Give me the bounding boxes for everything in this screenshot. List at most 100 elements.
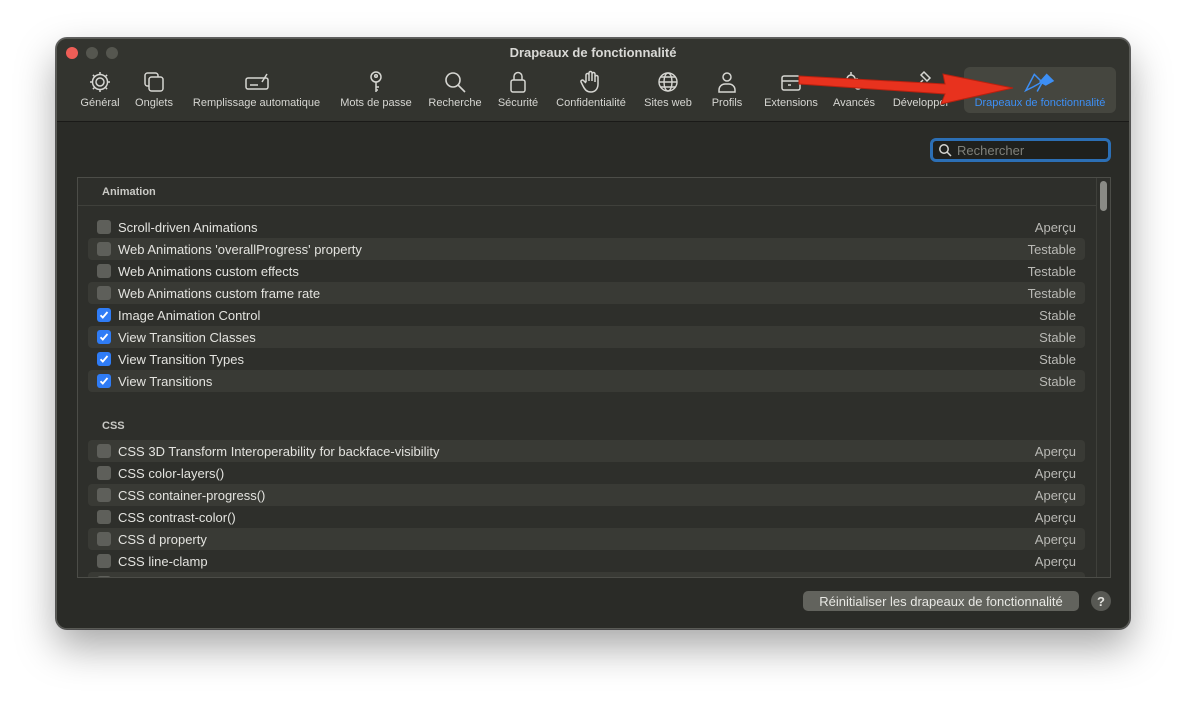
flag-checkbox[interactable]: [97, 466, 111, 480]
search-icon: [939, 144, 952, 157]
tab-develop[interactable]: Développer: [887, 67, 955, 113]
hand-icon: [580, 70, 599, 93]
flag-status: Aperçu: [1034, 531, 1076, 547]
tab-profiles[interactable]: Profils: [705, 67, 749, 113]
search-input[interactable]: [957, 142, 1102, 158]
checkmark-icon: [99, 311, 109, 319]
lock-icon: [510, 71, 526, 93]
flag-row[interactable]: CSS d property Aperçu: [88, 528, 1085, 550]
flag-status: Aperçu: [1034, 509, 1076, 525]
search-field[interactable]: [930, 138, 1111, 162]
flag-name: View Transition Classes: [118, 329, 256, 345]
tab-extensions[interactable]: Extensions: [759, 67, 823, 113]
checkmark-icon: [99, 377, 109, 385]
flag-name: Web Animations custom frame rate: [118, 285, 321, 301]
preferences-toolbar: Général Onglets Remplissage automatique: [57, 67, 1129, 115]
flag-checkbox[interactable]: [97, 264, 111, 278]
flag-row[interactable]: CSS contrast-color() Aperçu: [88, 506, 1085, 528]
flag-checkbox[interactable]: [97, 444, 111, 458]
flag-status: Stable: [1039, 329, 1076, 345]
flag-status: Aperçu: [1034, 465, 1076, 481]
flag-checkbox[interactable]: [97, 532, 111, 546]
tab-label: Drapeaux de fonctionnalité: [974, 97, 1106, 109]
flag-status: Stable: [1039, 307, 1076, 323]
tab-passwords[interactable]: Mots de passe: [335, 67, 417, 113]
flag-name: CSS color-layers(): [118, 465, 225, 481]
flag-row[interactable]: View Transition Classes Stable: [88, 326, 1085, 348]
list-scrollbar[interactable]: [1096, 178, 1110, 577]
flag-row[interactable]: View Transitions Stable: [88, 370, 1085, 392]
flag-row[interactable]: Web Animations 'overallProgress' propert…: [88, 238, 1085, 260]
help-button[interactable]: ?: [1091, 591, 1111, 611]
tab-autofill[interactable]: Remplissage automatique: [186, 67, 327, 113]
flag-row[interactable]: CSS color-layers() Aperçu: [88, 462, 1085, 484]
reset-feature-flags-button[interactable]: Réinitialiser les drapeaux de fonctionna…: [803, 591, 1079, 611]
tabs-icon: [144, 72, 164, 92]
title-bar: Drapeaux de fonctionnalité Général Ongle…: [57, 39, 1129, 122]
tab-label: Profils: [711, 97, 743, 109]
flag-checkbox[interactable]: [97, 374, 111, 388]
flag-status: Stable: [1039, 351, 1076, 367]
section-header-animation: Animation: [78, 178, 1096, 206]
tab-label: Avancés: [833, 97, 875, 109]
flags-icon: [1023, 73, 1055, 93]
tab-label: Mots de passe: [340, 97, 412, 109]
flag-name: Scroll-driven Animations: [118, 219, 258, 235]
flag-checkbox[interactable]: [97, 576, 111, 577]
tab-label: Extensions: [764, 97, 818, 109]
flag-checkbox[interactable]: [97, 488, 111, 502]
tab-label: Confidentialité: [556, 97, 626, 109]
tab-security[interactable]: Sécurité: [493, 67, 543, 113]
tab-privacy[interactable]: Confidentialité: [551, 67, 631, 113]
flag-name: Web Animations custom effects: [118, 263, 299, 279]
tab-websites[interactable]: Sites web: [639, 67, 697, 113]
flag-name: Image Animation Control: [118, 307, 261, 323]
tab-search[interactable]: Recherche: [425, 67, 485, 113]
flag-name: Web Animations 'overallProgress' propert…: [118, 241, 362, 257]
tab-feature-flags[interactable]: Drapeaux de fonctionnalité: [964, 67, 1116, 113]
flag-row[interactable]: CSS 3D Transform Interoperability for ba…: [88, 440, 1085, 462]
tab-label: Général: [80, 97, 120, 109]
flag-checkbox[interactable]: [97, 510, 111, 524]
flag-row[interactable]: Web Animations custom frame rate Testabl…: [88, 282, 1085, 304]
gears-icon: [844, 72, 862, 90]
hammer-icon: [913, 70, 932, 90]
flag-status: Testable: [1027, 241, 1076, 257]
flag-status: Aperçu: [1034, 443, 1076, 459]
flag-checkbox[interactable]: [97, 352, 111, 366]
puzzle-icon: [781, 75, 801, 91]
tab-tabs[interactable]: Onglets: [131, 67, 177, 113]
flag-name: CSS contrast-color(): [118, 509, 236, 525]
flag-row[interactable]: Image Animation Control Stable: [88, 304, 1085, 326]
flag-row[interactable]: Web Animations custom effects Testable: [88, 260, 1085, 282]
tab-general[interactable]: Général: [75, 67, 125, 113]
flag-checkbox[interactable]: [97, 554, 111, 568]
flag-status: Aperçu: [1034, 219, 1076, 235]
flag-name: CSS 3D Transform Interoperability for ba…: [118, 443, 440, 459]
autofill-icon: [244, 73, 269, 90]
feature-flags-pane: Animation Scroll-driven Animations Aperç…: [57, 123, 1129, 628]
flag-row[interactable]: View Transition Types Stable: [88, 348, 1085, 370]
flag-checkbox[interactable]: [97, 242, 111, 256]
tab-advanced[interactable]: Avancés: [829, 67, 879, 113]
flag-row[interactable]: CSS container-progress() Aperçu: [88, 484, 1085, 506]
flag-checkbox[interactable]: [97, 308, 111, 322]
flag-checkbox[interactable]: [97, 330, 111, 344]
feature-flags-list[interactable]: Animation Scroll-driven Animations Aperç…: [77, 177, 1111, 578]
section-header-css: CSS: [102, 420, 125, 432]
tab-label: Recherche: [428, 97, 482, 109]
flag-name: View Transitions: [118, 373, 213, 389]
flag-name: CSS container-progress(): [118, 487, 266, 503]
flag-row-partial[interactable]: [88, 572, 1085, 577]
flag-name: View Transition Types: [118, 351, 244, 367]
magnifier-icon: [445, 72, 466, 93]
tab-label: Remplissage automatique: [192, 97, 321, 109]
scrollbar-thumb[interactable]: [1100, 181, 1107, 211]
flag-checkbox[interactable]: [97, 220, 111, 234]
flag-row[interactable]: CSS line-clamp Aperçu: [88, 550, 1085, 572]
settings-window: Drapeaux de fonctionnalité Général Ongle…: [56, 38, 1130, 629]
flag-row[interactable]: Scroll-driven Animations Aperçu: [88, 216, 1085, 238]
globe-icon: [658, 72, 678, 92]
flag-checkbox[interactable]: [97, 286, 111, 300]
flag-status: Aperçu: [1034, 487, 1076, 503]
